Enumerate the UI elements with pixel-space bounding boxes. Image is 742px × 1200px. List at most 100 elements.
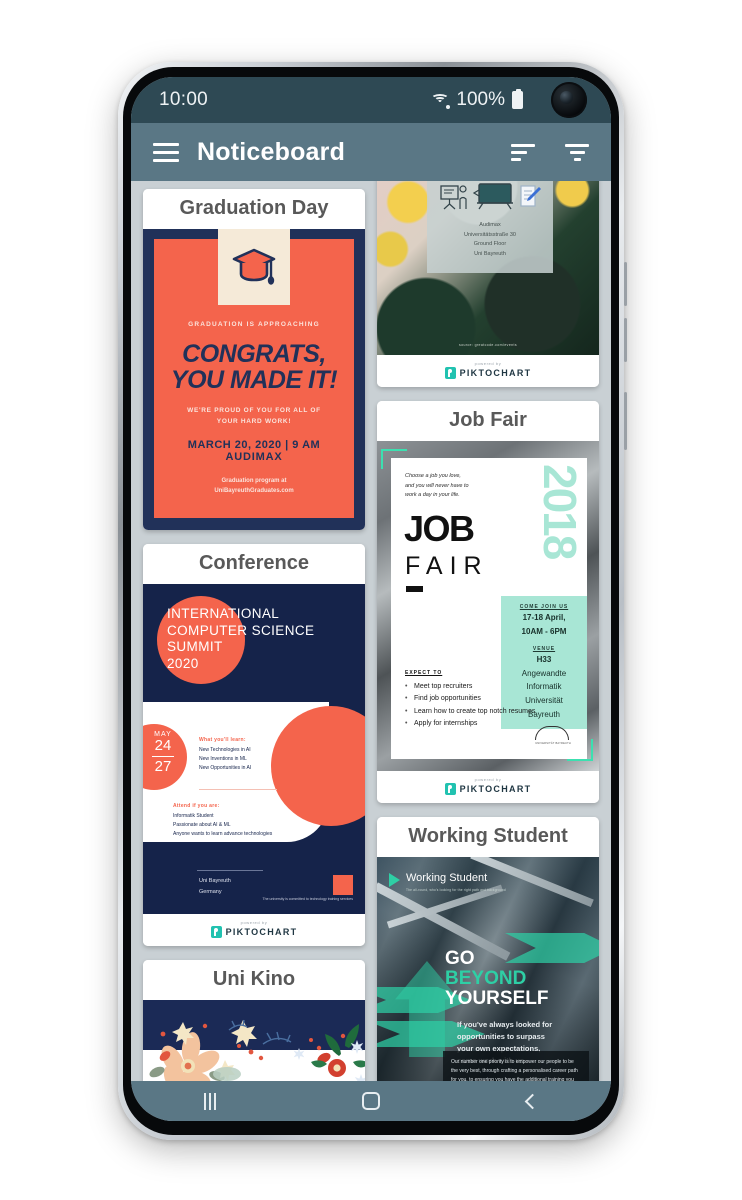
piktochart-footer: powered by PIKTOCHART (377, 771, 599, 803)
front-camera-icon (551, 82, 587, 118)
sort-icon[interactable] (511, 143, 535, 161)
hamburger-menu-icon[interactable] (153, 142, 179, 162)
chalkboard-icon (473, 183, 513, 210)
divider (197, 870, 263, 872)
learn-item: New Opportunities in AI (199, 765, 252, 772)
piktochart-wordmark: PIKTOCHART (225, 927, 298, 938)
phone-screen: 10:00 100% Noticeboard Graduation Day GR… (131, 77, 611, 1121)
wifi-icon (431, 93, 451, 109)
poster-graduation-day: GRADUATION IS APPROACHING CONGRATS, YOU … (143, 229, 365, 531)
poster-headline: GO BEYOND YOURSELF (445, 948, 585, 1010)
address-block: Uni Bayreuth Germany (199, 876, 231, 897)
card-title: Working Student (377, 817, 599, 857)
address-line-2: Universitätsstraße 30 (464, 231, 516, 238)
status-bar: 10:00 100% (131, 77, 611, 123)
card-uni-kino[interactable]: Uni Kino (143, 960, 365, 1081)
expect-label: EXPECT TO (405, 670, 443, 676)
system-navigation-bar (131, 1081, 611, 1121)
poster-year: 2018 (534, 464, 586, 559)
noticeboard-grid[interactable]: Graduation Day GRADUATION IS APPROACHING… (131, 181, 611, 1081)
card-working-student[interactable]: Working Student Working Student The all-… (377, 817, 599, 1081)
learn-heading: What you'll learn: (199, 737, 246, 744)
page-title: Noticeboard (197, 137, 346, 166)
card-graduation-day[interactable]: Graduation Day GRADUATION IS APPROACHING… (143, 189, 365, 531)
signature-square (333, 874, 353, 895)
poster-working-student: Working Student The all-round, who's loo… (377, 857, 599, 1081)
expect-block: EXPECT TO Meet top recruiters Find job o… (405, 670, 535, 730)
poster-panel: with Python (427, 181, 553, 273)
footer-line-2: UniBayreuthGraduates.com (214, 488, 294, 495)
poster-venue: AUDIMAX (225, 451, 283, 464)
address-line-2: Germany (199, 888, 222, 895)
graduation-cap-glyph (232, 248, 276, 285)
phone-bezel: 10:00 100% Noticeboard Graduation Day GR… (123, 67, 619, 1135)
expect-item: Meet top recruiters (405, 681, 535, 694)
grid-column-right: with Python (377, 181, 599, 1081)
attend-block: Attend if you are: Informatik Student Pa… (173, 802, 272, 839)
join-line-1: 17-18 April, (522, 613, 566, 622)
poster-headline: CONGRATS, YOU MADE IT! (166, 341, 342, 393)
card-python-workshop[interactable]: with Python (377, 181, 599, 387)
attend-item: Anyone wants to learn advance technologi… (173, 831, 273, 838)
piktochart-wordmark: PIKTOCHART (459, 784, 532, 794)
app-bar-actions (511, 143, 589, 161)
address-line-1: Audimax (479, 222, 501, 228)
learn-item: New Technologies in AI (199, 746, 251, 753)
card-title: Job Fair (377, 401, 599, 441)
attend-item: Informatik Student (173, 812, 214, 819)
card-title: Graduation Day (143, 189, 365, 229)
phone-device-frame: 10:00 100% Noticeboard Graduation Day GR… (118, 62, 627, 1140)
piktochart-logo-icon (210, 926, 222, 939)
subline-2: YOUR HARD WORK! (216, 418, 292, 426)
poster-body: GRADUATION IS APPROACHING CONGRATS, YOU … (154, 229, 354, 519)
attend-item: Passionate about AI & ML (173, 821, 231, 828)
card-title: Uni Kino (143, 960, 365, 1001)
presentation-icon (440, 185, 467, 210)
attend-heading: Attend if you are: (173, 803, 220, 810)
card-conference[interactable]: Conference INTERNATIONAL COMPUTER SCIENC… (143, 544, 365, 947)
venue-line-1: H33 (536, 655, 552, 665)
quote-line-3: work a day in your life. (405, 492, 460, 499)
card-job-fair[interactable]: Job Fair 2018 Choose a job you love, and… (377, 401, 599, 803)
notepad-pen-icon (520, 185, 541, 207)
learn-item: New Inventions in ML (199, 755, 247, 762)
card-title: Conference (143, 544, 365, 585)
quote-line-1: Choose a job you love, (405, 473, 461, 479)
heading-line-2: COMPUTER SCIENCE (167, 622, 315, 638)
back-icon[interactable] (524, 1093, 541, 1109)
chevron-right-icon (389, 873, 400, 887)
status-time: 10:00 (159, 89, 209, 110)
signature-block: The university is committed to technolog… (262, 874, 353, 903)
decorative-dash (406, 586, 423, 592)
heading-line-1: INTERNATIONAL (167, 606, 280, 622)
university-seal-icon: UNIVERSITÄT BAYREUTH (535, 726, 571, 745)
poster-year: 2020 (167, 655, 199, 671)
app-bar: Noticeboard (131, 123, 611, 181)
signature-text: The university is committed to technolog… (262, 896, 353, 901)
power-button[interactable] (624, 392, 627, 450)
volume-down-button[interactable] (624, 318, 627, 362)
recents-icon[interactable] (204, 1092, 217, 1110)
battery-icon (512, 89, 523, 109)
expect-item: Learn how to create top notch resumes (405, 706, 535, 719)
logo-subtext: The all-round, who's looking for the rig… (406, 888, 506, 892)
headline-line-3: YOURSELF (445, 988, 549, 1010)
heading-line-3: SUMMIT (167, 639, 223, 655)
logo-text: Working Student (406, 872, 488, 884)
home-icon[interactable] (362, 1092, 381, 1110)
body-line-2: opportunities to surpass (457, 1031, 545, 1041)
piktochart-logo-icon (444, 367, 456, 379)
graduation-cap-icon (218, 229, 290, 305)
volume-up-button[interactable] (624, 262, 627, 306)
poster-conference: INTERNATIONAL COMPUTER SCIENCE SUMMIT 20… (143, 584, 365, 915)
poster-sheet: 2018 Choose a job you love, and you will… (391, 458, 587, 759)
headline-line-1: CONGRATS, (182, 340, 326, 368)
poster-quote: Choose a job you love, and you will neve… (405, 472, 501, 501)
piktochart-logo-icon (444, 783, 456, 795)
address-line-3: Ground Floor (473, 241, 507, 248)
venue-label: VENUE (532, 646, 556, 653)
expect-item: Apply for internships (405, 718, 535, 731)
poster-credit: source: greatcode.com/events (458, 343, 518, 347)
date-from: 24 (154, 737, 172, 755)
filter-icon[interactable] (565, 143, 589, 161)
